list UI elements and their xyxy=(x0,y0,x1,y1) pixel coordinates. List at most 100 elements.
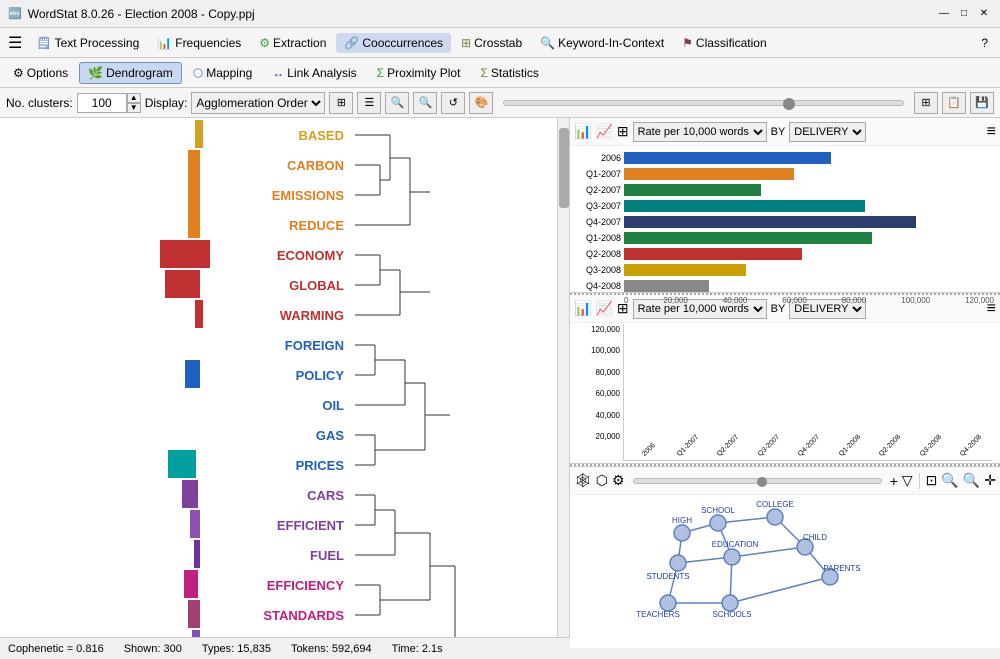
menu-classification[interactable]: ⚑ Classification xyxy=(674,33,774,53)
network-filter-icon[interactable]: ▽ xyxy=(902,472,913,489)
network-icon-1[interactable]: 🕸 xyxy=(574,472,592,489)
vbar-xlabel-q12008: Q1-2008 xyxy=(838,434,862,458)
display-select[interactable]: Agglomeration Order Alphabetical Frequen… xyxy=(191,92,325,114)
zoom-reset-button[interactable]: ↺ xyxy=(441,92,465,114)
menu-kwic[interactable]: 🔍 Keyword-In-Context xyxy=(532,33,672,53)
network-zoomout-icon[interactable]: 🔍 xyxy=(963,472,980,489)
hamburger-menu[interactable]: ☰ xyxy=(4,29,26,57)
word-efficiency: EFFICIENCY xyxy=(200,570,350,600)
color-bar xyxy=(168,450,196,478)
color-button[interactable]: 🎨 xyxy=(469,92,493,114)
color-bar xyxy=(190,510,200,538)
kwic-icon: 🔍 xyxy=(540,36,555,50)
xaxis-80k: 80,000 xyxy=(842,296,866,305)
mapping-button[interactable]: ⬡ Mapping xyxy=(184,62,262,84)
network-add-icon[interactable]: + xyxy=(890,473,898,489)
node-college[interactable] xyxy=(767,509,783,525)
options-button[interactable]: ⚙ Options xyxy=(4,62,77,84)
menu-help[interactable]: ? xyxy=(973,33,996,53)
chart1-bar-icon[interactable]: 📊 xyxy=(574,123,591,140)
network-icon-3[interactable]: ⚙ xyxy=(612,472,625,489)
zoom-in-button[interactable]: 🔍 xyxy=(385,92,409,114)
xaxis-100k: 100,000 xyxy=(901,296,930,305)
restore-button[interactable]: □ xyxy=(956,6,972,22)
node-school[interactable] xyxy=(710,515,726,531)
chart1-menu-icon[interactable]: ≡ xyxy=(987,123,996,141)
close-button[interactable]: ✕ xyxy=(976,6,992,22)
hbar-row-5 xyxy=(624,230,994,246)
color-bar xyxy=(165,270,200,298)
chart1-line-icon[interactable]: 📈 xyxy=(595,123,612,140)
word-economy: ECONOMY xyxy=(200,240,350,270)
menu-frequencies[interactable]: 📊 Frequencies xyxy=(149,33,249,53)
yaxis-60k: 60,000 xyxy=(578,389,620,398)
clusters-input[interactable] xyxy=(77,93,127,113)
mapping-label: Mapping xyxy=(206,66,252,80)
export-button[interactable]: ⊞ xyxy=(914,92,938,114)
hbar-row-7 xyxy=(624,262,994,278)
list-view-button[interactable]: ☰ xyxy=(357,92,381,114)
node-schools-label: SCHOOLS xyxy=(712,610,751,619)
zoom-out-button[interactable]: 🔍 xyxy=(413,92,437,114)
chart1-by-select[interactable]: DELIVERY DATE SPEAKER xyxy=(789,122,866,142)
hbar-row-0 xyxy=(624,150,994,166)
vbar-col-q12007: Q1-2007 xyxy=(668,449,704,460)
vbar-col-q12008: Q1-2008 xyxy=(830,449,866,460)
menu-crosstab[interactable]: ⊞ Crosstab xyxy=(453,33,530,53)
node-teachers[interactable] xyxy=(660,595,676,611)
node-education[interactable] xyxy=(724,549,740,565)
dendrogram-button[interactable]: 🌿 Dendrogram xyxy=(79,62,182,84)
dendrogram-label: Dendrogram xyxy=(106,66,173,80)
proximity-icon: Σ xyxy=(377,66,384,80)
menu-extraction[interactable]: ⚙ Extraction xyxy=(251,33,334,53)
sub-toolbar: No. clusters: ▲ ▼ Display: Agglomeration… xyxy=(0,88,1000,118)
yaxis-40k: 40,000 xyxy=(578,411,620,420)
vbar-xlabel-q22007: Q2-2007 xyxy=(716,434,740,458)
chart1-metric-select[interactable]: Rate per 10,000 words Count Percentage xyxy=(633,122,767,142)
proximity-plot-button[interactable]: Σ Proximity Plot xyxy=(368,62,470,84)
link-analysis-button[interactable]: ↔ Link Analysis xyxy=(263,62,365,84)
grid-view-button[interactable]: ⊞ xyxy=(329,92,353,114)
network-toolbar: 🕸 ⬡ ⚙ + ▽ ⊡ 🔍 🔍 ✛ xyxy=(570,467,1000,495)
shown-value: Shown: 300 xyxy=(124,643,182,655)
color-bar xyxy=(185,360,200,388)
options-label: Options xyxy=(27,66,68,80)
network-fit-icon[interactable]: ✛ xyxy=(984,472,996,489)
node-schools[interactable] xyxy=(722,595,738,611)
menu-cooccurrences[interactable]: 🔗 Cooccurrences xyxy=(336,33,451,53)
color-bar xyxy=(188,150,200,238)
clusters-down[interactable]: ▼ xyxy=(127,103,141,113)
network-select-icon[interactable]: ⊡ xyxy=(926,472,938,489)
network-slider-thumb[interactable] xyxy=(757,477,767,487)
network-slider[interactable] xyxy=(633,478,882,484)
node-students[interactable] xyxy=(670,555,686,571)
right-panel: 📊 📈 ⊞ Rate per 10,000 words Count Percen… xyxy=(570,118,1000,637)
network-zoomin-icon[interactable]: 🔍 xyxy=(941,472,958,489)
menu-bar: ☰ 🗒 Text Processing 📊 Frequencies ⚙ Extr… xyxy=(0,28,1000,58)
clusters-up[interactable]: ▲ xyxy=(127,93,141,103)
menu-text-processing[interactable]: 🗒 Text Processing xyxy=(28,33,147,53)
statistics-button[interactable]: Σ Statistics xyxy=(471,62,547,84)
zoom-slider-thumb[interactable] xyxy=(783,98,795,110)
save-button[interactable]: 💾 xyxy=(970,92,994,114)
mapping-icon: ⬡ xyxy=(193,66,203,80)
network-icon-2[interactable]: ⬡ xyxy=(596,472,608,489)
hbar-q12007 xyxy=(624,168,794,180)
hbar-q32007 xyxy=(624,200,865,212)
vbar-col-q22008: Q2-2008 xyxy=(871,449,907,460)
word-efficient: EFFICIENT xyxy=(200,510,350,540)
node-high[interactable] xyxy=(674,525,690,541)
word-clean: CLEAN xyxy=(200,630,350,637)
app-logo: 🔤 xyxy=(8,7,22,20)
scroll-thumb[interactable] xyxy=(559,128,569,208)
minimize-button[interactable]: — xyxy=(936,6,952,22)
vbar-yaxis: 120,000 100,000 80,000 60,000 40,000 20,… xyxy=(578,325,623,461)
hbar-row-2 xyxy=(624,182,994,198)
node-teachers-label: TEACHERS xyxy=(636,610,680,619)
vbar-col-2006: 2006 xyxy=(628,449,664,460)
word-policy: POLICY xyxy=(200,360,350,390)
copy-button[interactable]: 📋 xyxy=(942,92,966,114)
hbar-row-1 xyxy=(624,166,994,182)
hbar-label-q42007: Q4-2007 xyxy=(576,214,624,230)
chart1-table-icon[interactable]: ⊞ xyxy=(617,123,629,140)
